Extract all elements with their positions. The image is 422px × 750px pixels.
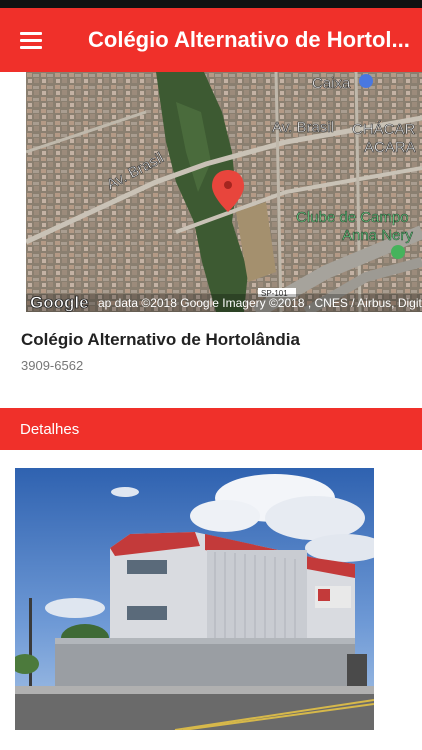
details-header: Detalhes (0, 408, 422, 450)
map-label-chacara: CHÁCAR (352, 121, 416, 138)
status-bar (0, 0, 422, 8)
bank-icon (359, 74, 373, 88)
google-logo: Google (30, 293, 89, 312)
app-bar: Colégio Alternativo de Hortol... (0, 8, 422, 72)
menu-button[interactable] (0, 8, 62, 72)
map-label-clube: Clube de Campo (296, 209, 409, 226)
place-name: Colégio Alternativo de Hortolândia (21, 330, 300, 349)
map-label-anna-nery: Anna Nery (342, 227, 413, 244)
map-label-caixa: Caixa (312, 75, 351, 92)
map-attribution: ap data ©2018 Google Imagery ©2018 , CNE… (98, 296, 422, 310)
school-photo (15, 468, 374, 730)
page-title: Colégio Alternativo de Hortol... (88, 27, 410, 52)
map-label-chacara-2: ACARA (364, 139, 416, 156)
details-label: Detalhes (20, 421, 80, 438)
place-phone[interactable]: 3909-6562 (21, 358, 83, 373)
menu-icon (20, 32, 42, 49)
park-icon (391, 245, 405, 259)
place-info: Colégio Alternativo de Hortolândia 3909-… (0, 312, 422, 408)
map-label-av-brasil: Av. Brasil (272, 119, 334, 136)
map-view[interactable]: Caixa Av. Brasil Av. Brasil CHÁCAR ACARA… (26, 72, 422, 312)
